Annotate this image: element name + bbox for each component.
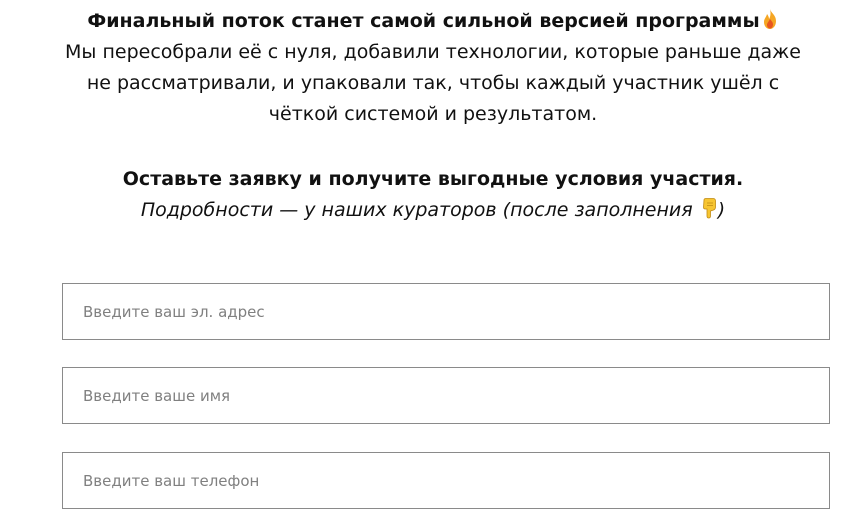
phone-field-box <box>62 452 830 509</box>
intro-body-line-3: чёткой системой и результатом. <box>268 103 598 125</box>
email-input[interactable] <box>63 284 829 339</box>
cta-subtitle-text: Подробности — у наших кураторов (после з… <box>140 199 693 221</box>
name-input[interactable] <box>63 368 829 423</box>
name-field-box <box>62 367 830 424</box>
cta-title: Оставьте заявку и получите выгодные усло… <box>122 168 744 190</box>
cta-section: Оставьте заявку и получите выгодные усло… <box>0 164 866 226</box>
intro-headline: Финальный поток станет самой сильной вер… <box>0 6 866 37</box>
fire-icon <box>763 9 776 29</box>
intro-section: Финальный поток станет самой сильной вер… <box>0 6 866 130</box>
intro-body-line-2: не рассматривали, и упаковали так, чтобы… <box>86 72 780 94</box>
email-field-box <box>62 283 830 340</box>
intro-body-line-1: Мы пересобрали её с нуля, добавили техно… <box>65 41 801 63</box>
intro-headline-text: Финальный поток станет самой сильной вер… <box>87 10 760 32</box>
phone-input[interactable] <box>63 453 829 508</box>
pointing-down-icon <box>702 198 716 219</box>
cta-subtitle-end: ) <box>717 199 726 221</box>
cta-subtitle: Подробности — у наших кураторов (после з… <box>0 195 866 226</box>
